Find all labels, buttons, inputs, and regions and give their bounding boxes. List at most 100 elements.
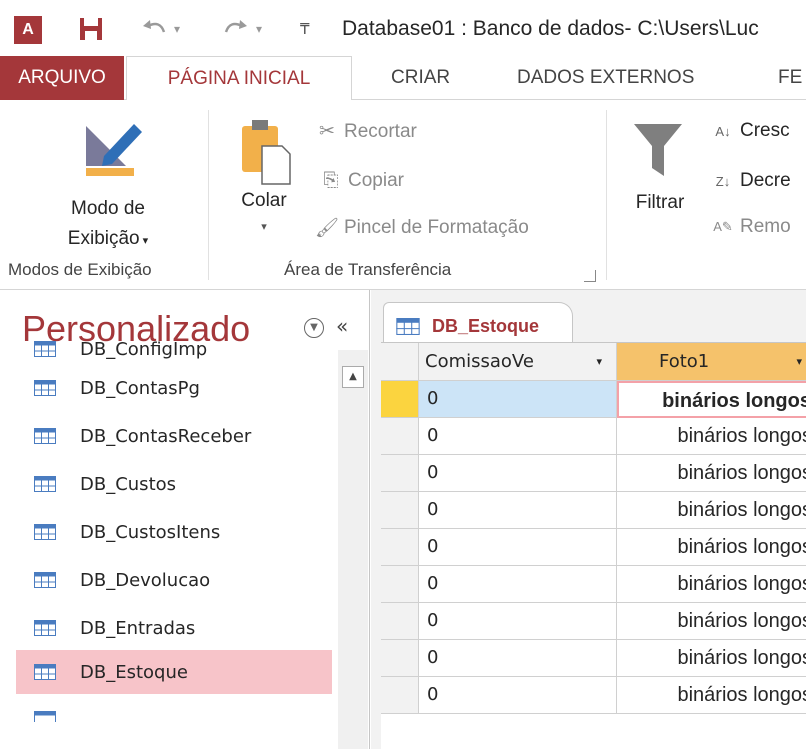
- paste-dropdown-icon: ▾: [261, 221, 267, 233]
- group-label-clipboard: Área de Transferência: [284, 260, 452, 279]
- table-cell[interactable]: binários longos: [617, 677, 806, 714]
- nav-scrollbar[interactable]: ▲: [338, 350, 368, 749]
- table-cell[interactable]: 0: [419, 529, 617, 566]
- table-cell[interactable]: binários longos: [617, 529, 806, 566]
- window-title: Database01 : Banco de dados- C:\Users\Lu…: [342, 17, 759, 40]
- collapse-pane-icon[interactable]: «: [336, 314, 348, 338]
- column-header[interactable]: ComissaoVe ▾: [419, 343, 617, 381]
- nav-item-selected[interactable]: DB_Estoque: [16, 650, 332, 694]
- cell-text: binários longos: [677, 610, 806, 632]
- sort-descending-label: Decre: [740, 170, 791, 191]
- cell-text: binários longos: [677, 684, 806, 706]
- table-cell[interactable]: binários longos: [617, 492, 806, 529]
- table-cell[interactable]: 0: [419, 566, 617, 603]
- undo-icon[interactable]: [140, 14, 170, 44]
- table-row: 0 binários longos: [381, 418, 806, 455]
- table-icon: [34, 572, 56, 588]
- table-icon: [34, 428, 56, 444]
- record-selector[interactable]: [381, 529, 419, 566]
- access-app-icon[interactable]: A: [14, 16, 42, 44]
- table-cell[interactable]: 0: [419, 603, 617, 640]
- tab-ferramentas[interactable]: FE: [778, 56, 802, 100]
- record-selector[interactable]: [381, 418, 419, 455]
- navigation-pane: Personalizado ▼ « DB_ConfigImp DB_Contas…: [0, 290, 370, 749]
- nav-item[interactable]: DB_ContasPg: [16, 366, 332, 410]
- cut-label: Recortar: [344, 120, 417, 142]
- remove-sort-button[interactable]: A✎ Remo: [710, 216, 790, 238]
- record-selector[interactable]: [381, 492, 419, 529]
- tab-arquivo[interactable]: ARQUIVO: [0, 56, 124, 100]
- copy-button[interactable]: ⎘ Copiar: [318, 170, 404, 192]
- column-dropdown-icon[interactable]: ▾: [596, 343, 602, 380]
- filter-label: Filtrar: [635, 192, 685, 213]
- view-mode-dropdown-icon: ▾: [139, 235, 149, 247]
- table-cell[interactable]: binários longos: [617, 640, 806, 677]
- nav-item-label: DB_Devolucao: [80, 569, 211, 591]
- nav-item[interactable]: DB_ConfigImp: [16, 334, 332, 364]
- cell-text: binários longos: [677, 536, 806, 558]
- tab-pagina-inicial[interactable]: PÁGINA INICIAL: [126, 56, 352, 101]
- record-selector[interactable]: [381, 603, 419, 640]
- paste-label: Colar: [241, 190, 287, 211]
- customize-qat-icon[interactable]: ₸: [300, 14, 310, 44]
- nav-item-label: DB_ContasPg: [80, 377, 200, 399]
- dialog-launcher-icon[interactable]: [584, 270, 596, 282]
- funnel-icon: [634, 124, 682, 176]
- redo-icon[interactable]: [220, 14, 250, 44]
- cell-text: binários longos: [677, 425, 806, 447]
- save-icon[interactable]: [78, 14, 104, 44]
- table-cell[interactable]: 0: [419, 455, 617, 492]
- nav-item-label: DB_Estoque: [80, 661, 188, 683]
- undo-dropdown-icon[interactable]: ▾: [174, 14, 180, 44]
- select-all-corner[interactable]: [381, 343, 419, 381]
- table-cell[interactable]: binários longos: [617, 603, 806, 640]
- tab-dados-externos[interactable]: DADOS EXTERNOS: [517, 56, 694, 100]
- table-cell[interactable]: binários longos: [617, 566, 806, 603]
- nav-item[interactable]: DB_Entradas: [16, 606, 332, 650]
- record-selector[interactable]: [381, 640, 419, 677]
- filter-button[interactable]: Filtrar: [624, 114, 696, 254]
- cell-text: binários longos: [677, 499, 806, 521]
- sort-ascending-label: Cresc: [740, 120, 790, 141]
- table-cell[interactable]: 0: [419, 381, 617, 418]
- scroll-up-icon[interactable]: ▲: [342, 366, 364, 388]
- table-row: 0 binários longos: [381, 566, 806, 603]
- redo-dropdown-icon[interactable]: ▾: [256, 14, 262, 44]
- format-painter-label: Pincel de Formatação: [344, 217, 529, 238]
- record-selector[interactable]: [381, 566, 419, 603]
- table-row: 0 binários longos: [381, 640, 806, 677]
- nav-item[interactable]: DB_ContasReceber: [16, 414, 332, 458]
- nav-item-label: DB_Entradas: [80, 617, 196, 639]
- table-cell[interactable]: 0: [419, 418, 617, 455]
- view-mode-button[interactable]: Modo de Exibição ▾: [30, 110, 190, 260]
- sort-ascending-button[interactable]: A↓ Cresc: [710, 120, 790, 142]
- column-header-selected[interactable]: Foto1 ▾: [617, 343, 806, 381]
- doc-tab-label: DB_Estoque: [432, 316, 540, 336]
- nav-item[interactable]: DB_Custos: [16, 462, 332, 506]
- tab-criar[interactable]: CRIAR: [391, 56, 450, 100]
- table-cell[interactable]: binários longos: [617, 455, 806, 492]
- table-row: 0 binários longos: [381, 529, 806, 566]
- table-cell[interactable]: binários longos: [617, 418, 806, 455]
- table-cell[interactable]: 0: [419, 492, 617, 529]
- table-cell[interactable]: 0: [419, 640, 617, 677]
- column-dropdown-icon[interactable]: ▾: [796, 343, 802, 380]
- table-row: 0 binários longos: [381, 677, 806, 714]
- view-mode-label-line2-wrap: Exibição ▾: [48, 228, 168, 250]
- nav-item-label: DB_CustosItens: [80, 521, 221, 543]
- record-selector[interactable]: [381, 455, 419, 492]
- datasheet-grid: ComissaoVe ▾ Foto1 ▾ 0 binários longos 0…: [381, 342, 806, 749]
- nav-item[interactable]: DB_CustosItens: [16, 510, 332, 554]
- table-cell[interactable]: 0: [419, 677, 617, 714]
- nav-item-partial[interactable]: [16, 702, 332, 722]
- nav-item[interactable]: DB_Devolucao: [16, 558, 332, 602]
- cut-button[interactable]: ✂ Recortar: [314, 120, 417, 143]
- format-painter-button[interactable]: 🖌 Pincel de Formatação: [314, 216, 529, 240]
- group-label-views: Modos de Exibição: [8, 260, 152, 279]
- table-row: 0 binários longos: [381, 381, 806, 418]
- paste-button[interactable]: Colar ▾: [226, 114, 302, 264]
- table-cell[interactable]: binários longos: [617, 381, 806, 418]
- record-selector[interactable]: [381, 677, 419, 714]
- record-selector[interactable]: [381, 381, 419, 418]
- sort-descending-button[interactable]: Z↓ Decre: [710, 170, 791, 192]
